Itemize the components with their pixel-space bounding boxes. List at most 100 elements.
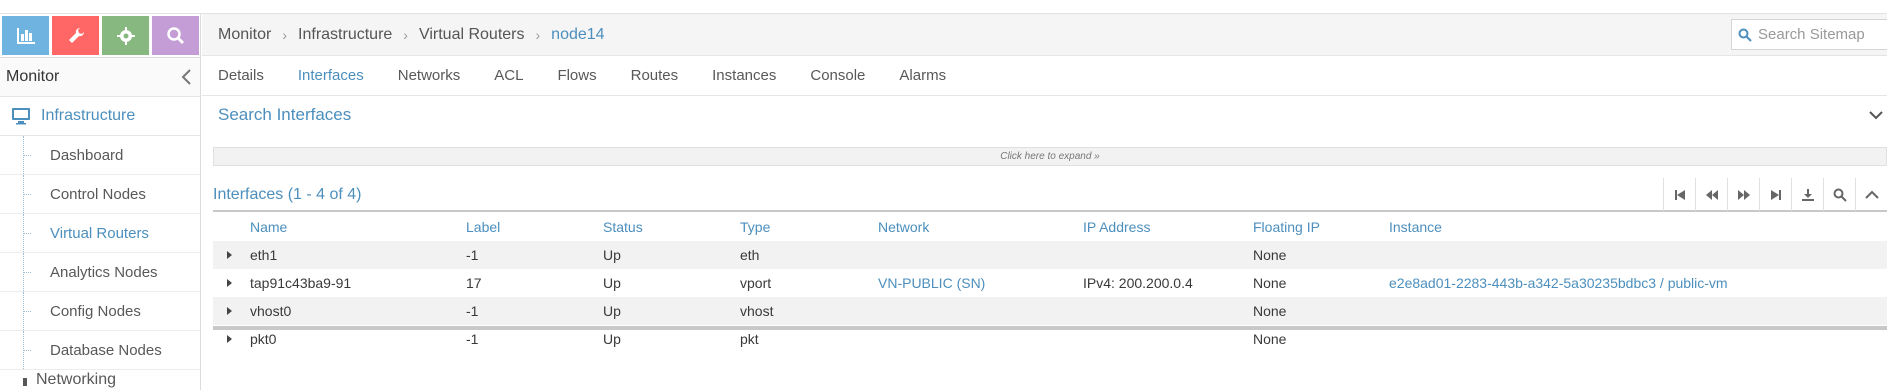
tab-interfaces[interactable]: Interfaces	[298, 67, 364, 84]
cell-type: eth	[740, 247, 760, 263]
cell-floating-ip: None	[1253, 275, 1287, 291]
sitemap-search-placeholder: Search Sitemap	[1758, 26, 1865, 43]
table-row[interactable]: eth1 -1 Up eth None	[213, 241, 1887, 269]
cell-network[interactable]: VN-PUBLIC (SN)	[878, 275, 985, 291]
expand-row-icon[interactable]	[227, 251, 232, 259]
cell-ip-address: IPv4: 200.200.0.4	[1083, 275, 1193, 291]
sidebar-item-analytics-nodes[interactable]: Analytics Nodes	[0, 253, 200, 292]
previous-page-button[interactable]	[1695, 178, 1727, 211]
chevron-up-icon	[1864, 190, 1879, 199]
monitor-shortcut-button[interactable]	[2, 16, 49, 55]
sidebar: Monitor Infrastructure Dashboard Control…	[0, 14, 201, 390]
interfaces-grid: Name Label Status Type Network IP Addres…	[213, 213, 1887, 353]
column-header-instance[interactable]: Instance	[1389, 219, 1442, 235]
sidebar-shortcuts	[0, 14, 200, 58]
chevron-down-icon[interactable]	[1869, 110, 1883, 120]
breadcrumb-node: node14	[551, 25, 605, 43]
collapse-grid-button[interactable]	[1855, 178, 1887, 211]
sidebar-item-virtual-routers[interactable]: Virtual Routers	[0, 214, 200, 253]
cell-floating-ip: None	[1253, 247, 1287, 263]
breadcrumb-separator-icon: ›	[535, 26, 541, 43]
breadcrumb-infrastructure[interactable]: Infrastructure	[298, 26, 392, 44]
search-interfaces-title: Search Interfaces	[218, 105, 352, 124]
search-interfaces-widget-header[interactable]: Search Interfaces	[213, 97, 1887, 133]
cell-status: Up	[603, 275, 621, 291]
cell-type: vhost	[740, 303, 774, 319]
sidebar-header: Monitor	[0, 58, 200, 97]
cell-label: -1	[466, 303, 479, 319]
column-header-label[interactable]: Label	[466, 219, 500, 235]
tab-flows[interactable]: Flows	[557, 67, 596, 84]
step-backward-icon	[1674, 189, 1685, 200]
search-icon	[1738, 28, 1752, 42]
cell-status: Up	[603, 331, 621, 347]
expand-search-bar[interactable]: Click here to expand »	[213, 147, 1887, 166]
configure-shortcut-button[interactable]	[52, 16, 99, 55]
sidebar-item-config-nodes[interactable]: Config Nodes	[0, 292, 200, 331]
cell-type: pkt	[740, 331, 759, 347]
tab-instances[interactable]: Instances	[712, 67, 776, 84]
expand-row-icon[interactable]	[227, 279, 232, 287]
tab-routes[interactable]: Routes	[631, 67, 679, 84]
search-icon	[166, 26, 184, 44]
chevron-left-icon	[181, 69, 191, 85]
node-tabs: Details Interfaces Networks ACL Flows Ro…	[202, 56, 1887, 96]
column-header-network[interactable]: Network	[878, 219, 929, 235]
breadcrumb-virtual-routers[interactable]: Virtual Routers	[419, 26, 525, 44]
first-page-button[interactable]	[1663, 178, 1695, 211]
breadcrumb-separator-icon: ›	[403, 26, 408, 43]
sidebar-item-networking[interactable]: Networking	[0, 370, 200, 390]
cell-label: -1	[466, 247, 479, 263]
sidebar-item-label: Control Nodes	[50, 185, 146, 203]
table-row[interactable]: vhost0 -1 Up vhost None	[213, 297, 1887, 325]
cell-name: tap91c43ba9-91	[250, 275, 352, 291]
download-icon	[1801, 188, 1814, 201]
sidebar-item-database-nodes[interactable]: Database Nodes	[0, 331, 200, 370]
sidebar-item-control-nodes[interactable]: Control Nodes	[0, 175, 200, 214]
column-header-floating-ip[interactable]: Floating IP	[1253, 219, 1320, 235]
tab-alarms[interactable]: Alarms	[899, 67, 946, 84]
breadcrumb-separator-icon: ›	[282, 26, 288, 43]
wrench-icon	[68, 27, 84, 43]
sidebar-item-label: Database Nodes	[50, 341, 162, 359]
table-row[interactable]: tap91c43ba9-91 17 Up vport VN-PUBLIC (SN…	[213, 269, 1887, 297]
cell-name: vhost0	[250, 303, 292, 319]
interfaces-grid-header: Interfaces (1 - 4 of 4)	[213, 178, 1887, 212]
sidebar-item-infrastructure[interactable]: Infrastructure	[0, 97, 200, 136]
column-header-status[interactable]: Status	[603, 219, 643, 235]
cell-type: vport	[740, 275, 772, 291]
column-header-type[interactable]: Type	[740, 219, 770, 235]
query-shortcut-button[interactable]	[152, 16, 199, 55]
last-page-button[interactable]	[1759, 178, 1791, 211]
networking-icon	[23, 378, 27, 386]
settings-shortcut-button[interactable]	[102, 16, 149, 55]
expand-row-icon[interactable]	[227, 307, 232, 315]
next-page-button[interactable]	[1727, 178, 1759, 211]
column-header-ip-address[interactable]: IP Address	[1083, 219, 1150, 235]
tab-details[interactable]: Details	[218, 67, 264, 84]
sidebar-collapse-button[interactable]	[178, 69, 194, 85]
search-icon	[1833, 188, 1847, 202]
sidebar-item-label: Config Nodes	[50, 302, 141, 320]
sidebar-item-label: Analytics Nodes	[50, 263, 158, 281]
backward-icon	[1705, 189, 1718, 200]
cell-floating-ip: None	[1253, 303, 1287, 319]
sitemap-search-input[interactable]: Search Sitemap	[1731, 19, 1887, 50]
column-header-name[interactable]: Name	[250, 219, 287, 235]
grid-search-button[interactable]	[1823, 178, 1855, 211]
sidebar-item-dashboard[interactable]: Dashboard	[0, 136, 200, 175]
sidebar-item-label: Dashboard	[50, 146, 124, 164]
breadcrumb-monitor[interactable]: Monitor	[218, 26, 271, 44]
tab-acl[interactable]: ACL	[494, 67, 523, 84]
expand-row-icon[interactable]	[227, 335, 232, 343]
bar-chart-icon	[16, 27, 35, 44]
interfaces-grid-title: Interfaces (1 - 4 of 4)	[213, 185, 362, 203]
cell-status: Up	[603, 247, 621, 263]
sidebar-item-label: Virtual Routers	[50, 224, 149, 242]
grid-bottom-border	[213, 326, 1887, 330]
forward-icon	[1737, 189, 1750, 200]
tab-console[interactable]: Console	[810, 67, 865, 84]
tab-networks[interactable]: Networks	[398, 67, 461, 84]
cell-instance[interactable]: e2e8ad01-2283-443b-a342-5a30235bdbc3 / p…	[1389, 275, 1728, 291]
export-button[interactable]	[1791, 178, 1823, 211]
